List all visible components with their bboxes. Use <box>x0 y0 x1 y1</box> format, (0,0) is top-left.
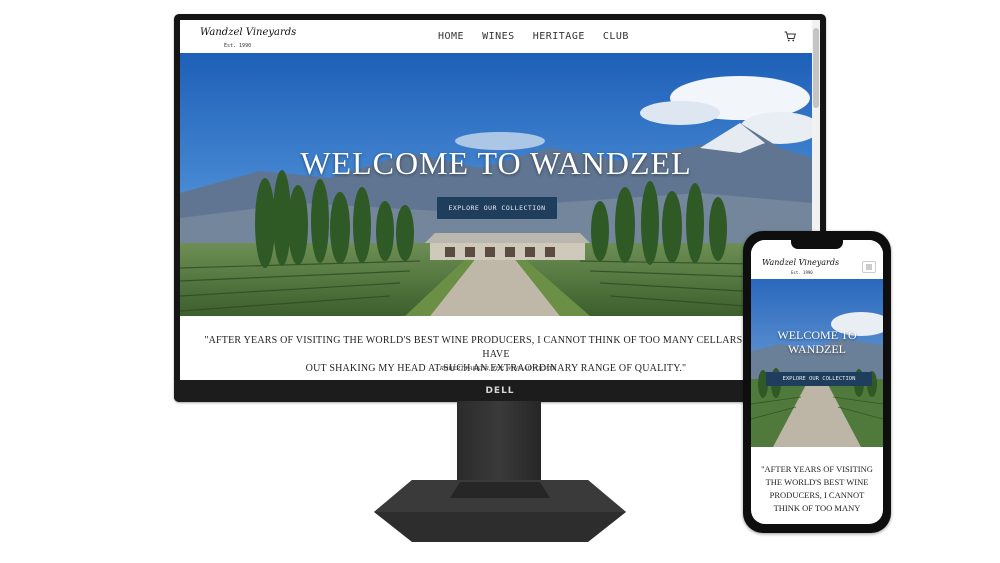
hamburger-menu-icon[interactable] <box>862 261 876 273</box>
nav-wines[interactable]: WINES <box>482 31 515 42</box>
desktop-screen: Wandzel Vineyards Est. 1990 HOME WINES H… <box>180 20 820 380</box>
mobile-logo-established: Est. 1990 <box>791 270 813 275</box>
scrollbar-thumb[interactable] <box>813 28 819 108</box>
mobile-testimonial-quote: "AFTER YEARS OF VISITING THE WORLD'S BES… <box>761 464 873 513</box>
site-logo[interactable]: Wandzel Vineyards <box>200 28 296 38</box>
testimonial-author: - ROBERT PARKER, THE WINE ADVOCATE <box>435 365 557 372</box>
desktop-navbar: Wandzel Vineyards Est. 1990 HOME WINES H… <box>180 20 812 53</box>
cart-icon[interactable] <box>784 31 796 42</box>
desktop-monitor: Wandzel Vineyards Est. 1990 HOME WINES H… <box>174 14 826 402</box>
testimonial-line-1: "AFTER YEARS OF VISITING THE WORLD'S BES… <box>204 335 788 360</box>
mobile-explore-collection-button[interactable]: EXPLORE OUR COLLECTION <box>766 372 872 386</box>
mobile-phone: Wandzel Vineyards Est. 1990 WELCOME TO W… <box>743 231 891 533</box>
mobile-screen: Wandzel Vineyards Est. 1990 WELCOME TO W… <box>751 240 883 524</box>
monitor-bezel-bottom: DELL <box>174 380 826 402</box>
nav-home[interactable]: HOME <box>438 31 464 42</box>
hero-section: WELCOME TO WANDZEL EXPLORE OUR COLLECTIO… <box>180 53 812 316</box>
nav-club[interactable]: CLUB <box>603 31 629 42</box>
desktop-menu: HOME WINES HERITAGE CLUB <box>438 31 629 42</box>
site-logo-established: Est. 1990 <box>224 43 252 49</box>
hero-title: WELCOME TO WANDZEL <box>300 145 692 181</box>
nav-heritage[interactable]: HERITAGE <box>533 31 585 42</box>
explore-collection-button[interactable]: EXPLORE OUR COLLECTION <box>437 197 557 219</box>
dell-logo: DELL <box>485 386 515 396</box>
mobile-hero-section: WELCOME TO WANDZEL EXPLORE OUR COLLECTIO… <box>751 279 883 447</box>
mobile-site-logo[interactable]: Wandzel Vineyards <box>762 259 839 267</box>
vineyard-hero-image <box>180 53 812 316</box>
mobile-hero-title-line-2: WANDZEL <box>788 342 846 356</box>
phone-notch <box>791 240 843 249</box>
monitor-stand-base <box>374 480 626 542</box>
mobile-hero-title-line-1: WELCOME TO <box>777 328 857 342</box>
mobile-vineyard-hero-image <box>751 279 883 447</box>
mobile-hero-title: WELCOME TO WANDZEL <box>751 328 883 356</box>
